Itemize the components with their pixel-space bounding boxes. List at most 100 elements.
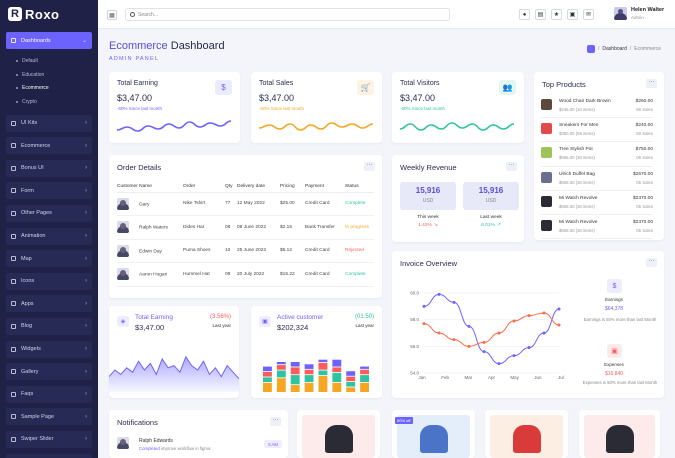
data-point[interactable] bbox=[527, 346, 531, 350]
data-point[interactable] bbox=[497, 362, 501, 366]
list-item[interactable]: Mi Watch Revolve $566.00 (30 items) $2370.… bbox=[541, 191, 653, 215]
data-point[interactable] bbox=[422, 322, 426, 326]
bar-segment[interactable] bbox=[290, 367, 300, 375]
bar-segment[interactable] bbox=[346, 387, 356, 392]
sidebar-item-bonus-ui[interactable]: Bonus UI › bbox=[6, 159, 92, 177]
data-point[interactable] bbox=[512, 354, 516, 358]
mail-icon[interactable]: ✉ bbox=[583, 9, 594, 20]
data-point[interactable] bbox=[482, 350, 486, 354]
data-point[interactable] bbox=[542, 331, 546, 335]
submenu-item[interactable]: Crypto bbox=[16, 95, 92, 109]
more-options-button[interactable]: ··· bbox=[270, 417, 281, 426]
grid-menu-button[interactable]: ▦ bbox=[107, 10, 117, 20]
notification-bell-icon[interactable]: ● bbox=[519, 9, 530, 20]
sidebar-item-swiper-slider[interactable]: Swiper Slider › bbox=[6, 430, 92, 448]
data-point[interactable] bbox=[542, 311, 546, 315]
bar-segment[interactable] bbox=[332, 382, 342, 392]
bar-segment[interactable] bbox=[304, 369, 314, 375]
product-card[interactable] bbox=[297, 410, 380, 458]
data-point[interactable] bbox=[512, 319, 516, 323]
sidebar-item-form[interactable]: Form › bbox=[6, 182, 92, 200]
bar-segment[interactable] bbox=[346, 376, 356, 382]
more-options-button[interactable]: ··· bbox=[364, 162, 375, 171]
product-card[interactable]: 50% off bbox=[392, 410, 475, 458]
search-input[interactable]: Search... bbox=[125, 8, 450, 21]
list-item[interactable]: Ulrich Duffel Bag $566.00 (30 items) $2570… bbox=[541, 167, 653, 191]
bar-segment[interactable] bbox=[290, 385, 300, 392]
data-point[interactable] bbox=[497, 331, 501, 335]
bar-segment[interactable] bbox=[290, 362, 300, 367]
bar-segment[interactable] bbox=[263, 382, 272, 392]
sidebar-item-blog[interactable]: Blog › bbox=[6, 317, 92, 335]
data-point[interactable] bbox=[557, 323, 561, 327]
table-row[interactable]: Ralph Waters Dides Hat 08 08 June 2022 $2.15… bbox=[117, 215, 374, 240]
data-point[interactable] bbox=[467, 344, 471, 348]
bar-segment[interactable] bbox=[318, 375, 328, 392]
bar-segment[interactable] bbox=[276, 378, 286, 392]
bar-segment[interactable] bbox=[360, 382, 369, 392]
bar-segment[interactable] bbox=[276, 362, 286, 365]
brand[interactable]: R Roxo bbox=[0, 0, 98, 28]
more-options-button[interactable]: ··· bbox=[506, 162, 517, 171]
bar-segment[interactable] bbox=[290, 375, 300, 385]
submenu-item[interactable]: Education bbox=[16, 68, 92, 82]
cart-icon[interactable]: ▣ bbox=[567, 9, 578, 20]
sidebar-item-dashboards[interactable]: Dashboards ⌄ bbox=[6, 32, 92, 49]
sidebar-item-ui-kits[interactable]: UI Kits › bbox=[6, 114, 92, 132]
bar-segment[interactable] bbox=[360, 369, 369, 375]
product-card[interactable] bbox=[579, 410, 660, 458]
data-point[interactable] bbox=[452, 300, 456, 304]
bar-segment[interactable] bbox=[346, 371, 356, 376]
sidebar-item-sample-page[interactable]: Sample Page › bbox=[6, 408, 92, 426]
list-item[interactable]: Tree Stylish Pot $566.00 (30 items) $750.0… bbox=[541, 142, 653, 167]
breadcrumb-item[interactable]: Dashboard bbox=[602, 46, 626, 52]
data-point[interactable] bbox=[467, 324, 471, 328]
sidebar-item-other-pages[interactable]: Other Pages › bbox=[6, 204, 92, 222]
sidebar-item-gallery[interactable]: Gallery › bbox=[6, 363, 92, 381]
bar-segment[interactable] bbox=[318, 370, 328, 376]
data-point[interactable] bbox=[452, 338, 456, 342]
sidebar-item-map[interactable]: Map › bbox=[6, 250, 92, 268]
product-card[interactable] bbox=[485, 410, 568, 458]
bar-segment[interactable] bbox=[332, 372, 342, 382]
data-point[interactable] bbox=[482, 340, 486, 344]
table-row[interactable]: Aaron Hogan Hummel Hat 08 20 July 2022 $15.2… bbox=[117, 262, 374, 287]
bar-segment[interactable] bbox=[276, 370, 286, 378]
bar-segment[interactable] bbox=[346, 382, 356, 387]
sidebar-item-ecommerce[interactable]: Ecommerce › bbox=[6, 137, 92, 155]
star-icon[interactable]: ★ bbox=[551, 9, 562, 20]
list-item[interactable]: Wood Chair Dark Brown $246.00 (10 items) $… bbox=[541, 94, 653, 119]
submenu-item[interactable]: Ecommerce bbox=[16, 82, 92, 96]
data-point[interactable] bbox=[437, 331, 441, 335]
data-point[interactable] bbox=[557, 307, 561, 311]
submenu-item[interactable]: Default bbox=[16, 55, 92, 69]
message-icon[interactable]: ▤ bbox=[535, 9, 546, 20]
table-row[interactable]: Gary Nike Tshirt 77 12 May 2022 $25.00 Credit… bbox=[117, 192, 374, 216]
list-item[interactable]: Sneakers For Men $350.00 (59 items) $240.0… bbox=[541, 118, 653, 143]
sidebar-item-tables[interactable]: Tables› bbox=[6, 453, 92, 458]
bar-segment[interactable] bbox=[263, 377, 272, 382]
table-row[interactable]: Edwin Day Puma Shoes 10 25 June 2022 $5.12 Cr… bbox=[117, 239, 374, 263]
more-options-button[interactable]: ··· bbox=[646, 79, 657, 88]
notification-item[interactable]: Ralph Edwards Completed improve workflow… bbox=[117, 435, 282, 455]
data-point[interactable] bbox=[437, 292, 441, 296]
bar-segment[interactable] bbox=[332, 359, 342, 367]
bar-segment[interactable] bbox=[304, 382, 314, 392]
home-icon[interactable] bbox=[587, 45, 595, 53]
data-point[interactable] bbox=[422, 304, 426, 308]
bar-segment[interactable] bbox=[360, 366, 369, 369]
bar-segment[interactable] bbox=[318, 362, 328, 370]
bar-segment[interactable] bbox=[263, 372, 272, 377]
bar-segment[interactable] bbox=[360, 375, 369, 382]
bar-segment[interactable] bbox=[276, 365, 286, 370]
bar-segment[interactable] bbox=[304, 375, 314, 382]
sidebar-item-animation[interactable]: Animation › bbox=[6, 227, 92, 245]
data-point[interactable] bbox=[527, 314, 531, 318]
sidebar-item-faqs[interactable]: Faqs › bbox=[6, 385, 92, 403]
user-profile[interactable]: Helen Walter Admin bbox=[614, 7, 664, 20]
list-item[interactable]: Mi Watch Revolve $566.00 (30 items) $2370.… bbox=[541, 215, 653, 240]
bar-segment[interactable] bbox=[332, 367, 342, 372]
sidebar-item-apps[interactable]: Apps › bbox=[6, 295, 92, 313]
bar-segment[interactable] bbox=[263, 366, 272, 372]
sidebar-item-icons[interactable]: Icons › bbox=[6, 272, 92, 290]
